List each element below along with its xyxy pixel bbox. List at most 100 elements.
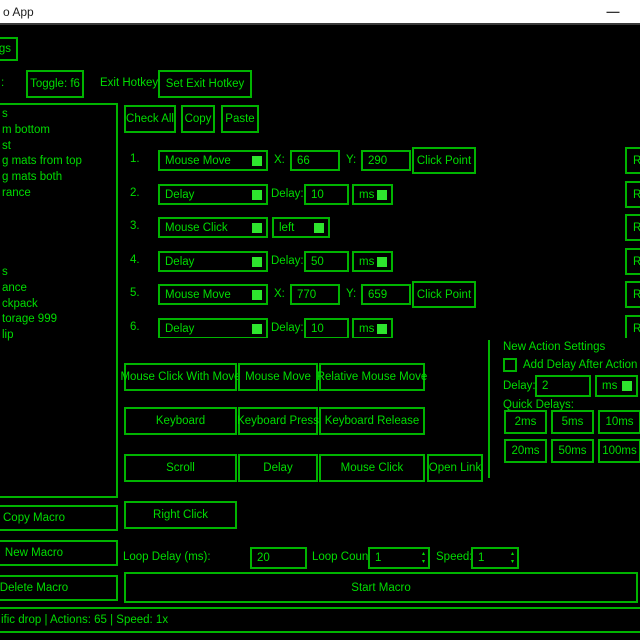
macro-list-item[interactable]: s bbox=[2, 107, 116, 123]
y-input[interactable]: 659 bbox=[361, 284, 411, 305]
new-macro-button[interactable]: New Macro bbox=[0, 540, 118, 566]
action-type-dropdown-value: Mouse Move bbox=[165, 289, 231, 301]
remove-action-button[interactable]: R bbox=[625, 214, 640, 241]
delay-label: Delay: bbox=[271, 188, 304, 200]
delay-unit-dropdown-value: ms bbox=[359, 189, 374, 201]
remove-action-button[interactable]: R bbox=[625, 281, 640, 308]
dropdown-indicator-icon bbox=[377, 324, 387, 334]
action-type-dropdown[interactable]: Delay bbox=[158, 318, 268, 338]
delay-input[interactable]: 10 bbox=[304, 318, 349, 338]
action-type-dropdown[interactable]: Delay bbox=[158, 184, 268, 205]
action-type-dropdown[interactable]: Delay bbox=[158, 251, 268, 272]
y-input[interactable]: 290 bbox=[361, 150, 411, 171]
action-type-dropdown-value: Delay bbox=[165, 189, 194, 201]
x-input[interactable]: 66 bbox=[290, 150, 340, 171]
check-all-button[interactable]: Check All bbox=[124, 105, 176, 133]
copy-macro-button[interactable]: Copy Macro bbox=[0, 505, 118, 531]
spinner-down-icon[interactable]: ▾ bbox=[422, 558, 425, 566]
loop-count-stepper[interactable]: 1 ▴ ▾ bbox=[368, 547, 430, 569]
dropdown-indicator-icon bbox=[252, 257, 262, 267]
dropdown-indicator-icon bbox=[252, 290, 262, 300]
new-action-unit-dropdown[interactable]: ms bbox=[595, 375, 638, 397]
add-action-button[interactable]: Keyboard bbox=[124, 407, 237, 435]
action-type-dropdown-value: Mouse Move bbox=[165, 155, 231, 167]
delay-unit-dropdown[interactable]: ms bbox=[352, 318, 393, 338]
window-title: o App bbox=[3, 5, 34, 19]
quick-delay-button[interactable]: 10ms bbox=[598, 410, 640, 434]
add-action-button[interactable]: Scroll bbox=[124, 454, 237, 482]
set-exit-hotkey-button[interactable]: Set Exit Hotkey bbox=[158, 70, 252, 98]
add-action-button[interactable]: Mouse Move bbox=[238, 363, 318, 391]
add-action-button[interactable]: Keyboard Release bbox=[319, 407, 425, 435]
remove-action-button[interactable]: R bbox=[625, 315, 640, 338]
delay-input[interactable]: 10 bbox=[304, 184, 349, 205]
status-bar: ific drop | Actions: 65 | Speed: 1x bbox=[0, 607, 640, 633]
remove-action-button[interactable]: R bbox=[625, 147, 640, 174]
delay-label: Delay: bbox=[271, 322, 304, 334]
dropdown-indicator-icon bbox=[377, 257, 387, 267]
macro-list-item[interactable]: m bottom bbox=[2, 123, 116, 139]
quick-delay-button[interactable]: 5ms bbox=[551, 410, 594, 434]
delete-macro-button[interactable]: Delete Macro bbox=[0, 575, 118, 601]
titlebar: o App bbox=[0, 0, 640, 25]
quick-delay-button[interactable]: 50ms bbox=[551, 439, 594, 463]
loop-delay-input[interactable]: 20 bbox=[250, 547, 307, 569]
minimize-button[interactable]: — bbox=[598, 0, 628, 23]
toggle-hotkey-button[interactable]: Toggle: f6 bbox=[26, 70, 84, 98]
spinner-down-icon[interactable]: ▾ bbox=[511, 558, 514, 566]
action-row-number: 4. bbox=[130, 254, 140, 266]
action-type-dropdown[interactable]: Mouse Move bbox=[158, 284, 268, 305]
add-action-button[interactable]: Relative Mouse Move bbox=[319, 363, 425, 391]
dropdown-indicator-icon bbox=[252, 156, 262, 166]
quick-delay-button[interactable]: 100ms bbox=[598, 439, 640, 463]
delay-unit-dropdown[interactable]: ms bbox=[352, 251, 393, 272]
speed-value: 1 bbox=[478, 552, 484, 564]
loop-delay-label: Loop Delay (ms): bbox=[123, 551, 211, 563]
dropdown-indicator-icon bbox=[252, 223, 262, 233]
click-point-button[interactable]: Click Point bbox=[412, 147, 476, 174]
app-window: o App — gs : Toggle: f6 Exit Hotkey: Set… bbox=[0, 0, 640, 640]
spinner-arrows[interactable]: ▴ ▾ bbox=[422, 550, 425, 566]
delay-input[interactable]: 50 bbox=[304, 251, 349, 272]
spinner-up-icon[interactable]: ▴ bbox=[422, 550, 425, 558]
add-delay-label: Add Delay After Action bbox=[523, 359, 637, 371]
add-action-button[interactable]: Keyboard Press bbox=[238, 407, 318, 435]
add-action-button[interactable]: Mouse Click bbox=[319, 454, 425, 482]
action-row-number: 2. bbox=[130, 187, 140, 199]
action-type-dropdown-value: Delay bbox=[165, 323, 194, 335]
spinner-up-icon[interactable]: ▴ bbox=[511, 550, 514, 558]
add-delay-checkbox[interactable] bbox=[503, 358, 517, 372]
menu-tab-settings[interactable]: gs bbox=[0, 37, 18, 61]
x-input[interactable]: 770 bbox=[290, 284, 340, 305]
new-action-delay-input[interactable]: 2 bbox=[535, 375, 591, 397]
click-point-button[interactable]: Click Point bbox=[412, 281, 476, 308]
quick-delay-button[interactable]: 20ms bbox=[504, 439, 547, 463]
add-action-button[interactable]: Right Click bbox=[124, 501, 237, 529]
quick-delay-button[interactable]: 2ms bbox=[504, 410, 547, 434]
delay-unit-dropdown-value: ms bbox=[359, 256, 374, 268]
new-action-settings-title: New Action Settings bbox=[503, 341, 605, 353]
paste-button[interactable]: Paste bbox=[221, 105, 259, 133]
dropdown-indicator-icon bbox=[622, 381, 632, 391]
delay-unit-dropdown[interactable]: ms bbox=[352, 184, 393, 205]
action-type-dropdown[interactable]: Mouse Move bbox=[158, 150, 268, 171]
loop-count-value: 1 bbox=[375, 552, 381, 564]
mouse-button-dropdown[interactable]: left bbox=[272, 217, 330, 238]
add-action-button[interactable]: Open Link bbox=[427, 454, 483, 482]
panel-divider bbox=[488, 340, 490, 478]
add-action-button[interactable]: Delay bbox=[238, 454, 318, 482]
x-label: X: bbox=[274, 154, 285, 166]
spinner-arrows[interactable]: ▴ ▾ bbox=[511, 550, 514, 566]
start-macro-button[interactable]: Start Macro bbox=[124, 572, 638, 603]
speed-label: Speed: bbox=[436, 551, 472, 563]
mouse-button-dropdown-value: left bbox=[279, 222, 294, 234]
remove-action-button[interactable]: R bbox=[625, 248, 640, 275]
y-label: Y: bbox=[346, 154, 356, 166]
remove-action-button[interactable]: R bbox=[625, 181, 640, 208]
speed-stepper[interactable]: 1 ▴ ▾ bbox=[471, 547, 519, 569]
action-type-dropdown-value: Delay bbox=[165, 256, 194, 268]
action-type-dropdown[interactable]: Mouse Click bbox=[158, 217, 268, 238]
action-type-dropdown-value: Mouse Click bbox=[165, 222, 228, 234]
copy-button[interactable]: Copy bbox=[181, 105, 215, 133]
add-action-button[interactable]: Mouse Click With Move bbox=[124, 363, 237, 391]
